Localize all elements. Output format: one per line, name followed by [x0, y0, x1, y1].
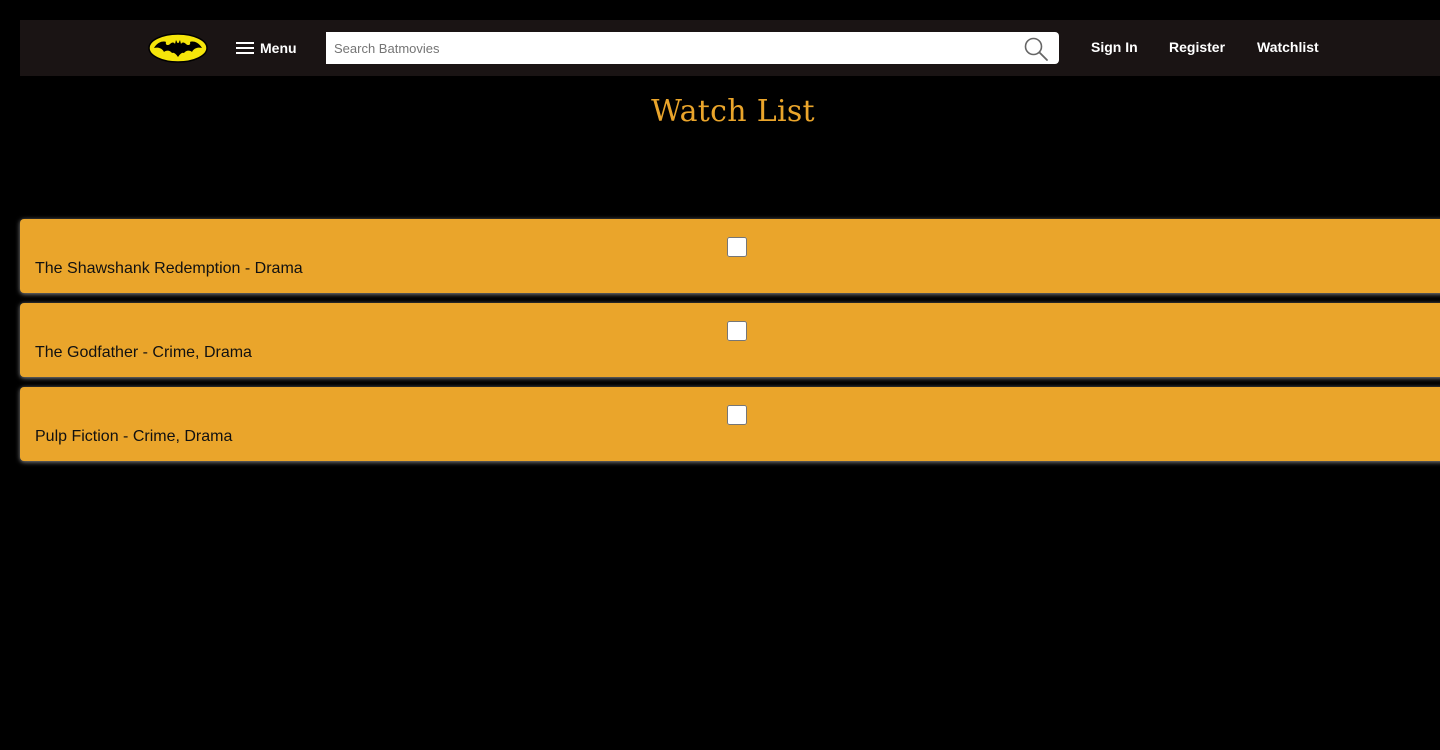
search-input[interactable] — [326, 32, 1006, 64]
top-navigation-bar: Menu Sign In Register Watchlist — [20, 20, 1440, 76]
register-link[interactable]: Register — [1169, 39, 1225, 55]
watchlist-item-checkbox[interactable] — [727, 321, 747, 341]
bat-logo-icon[interactable] — [148, 33, 208, 63]
search-bar — [326, 32, 1059, 64]
watchlist: The Shawshank Redemption - Drama The God… — [20, 219, 1440, 471]
menu-button[interactable]: Menu — [236, 36, 297, 60]
watchlist-item: Pulp Fiction - Crime, Drama — [20, 387, 1440, 461]
search-icon[interactable] — [1023, 36, 1049, 62]
watchlist-item-label: The Shawshank Redemption - Drama — [35, 260, 303, 277]
watchlist-item-checkbox[interactable] — [727, 405, 747, 425]
watchlist-link[interactable]: Watchlist — [1257, 39, 1319, 55]
watchlist-item: The Shawshank Redemption - Drama — [20, 219, 1440, 293]
menu-label: Menu — [260, 40, 297, 56]
page-title: Watch List — [651, 94, 815, 129]
watchlist-item-checkbox[interactable] — [727, 237, 747, 257]
watchlist-item-label: The Godfather - Crime, Drama — [35, 344, 252, 361]
watchlist-item: The Godfather - Crime, Drama — [20, 303, 1440, 377]
hamburger-menu-icon — [236, 42, 254, 54]
watchlist-item-label: Pulp Fiction - Crime, Drama — [35, 428, 233, 445]
sign-in-link[interactable]: Sign In — [1091, 39, 1138, 55]
